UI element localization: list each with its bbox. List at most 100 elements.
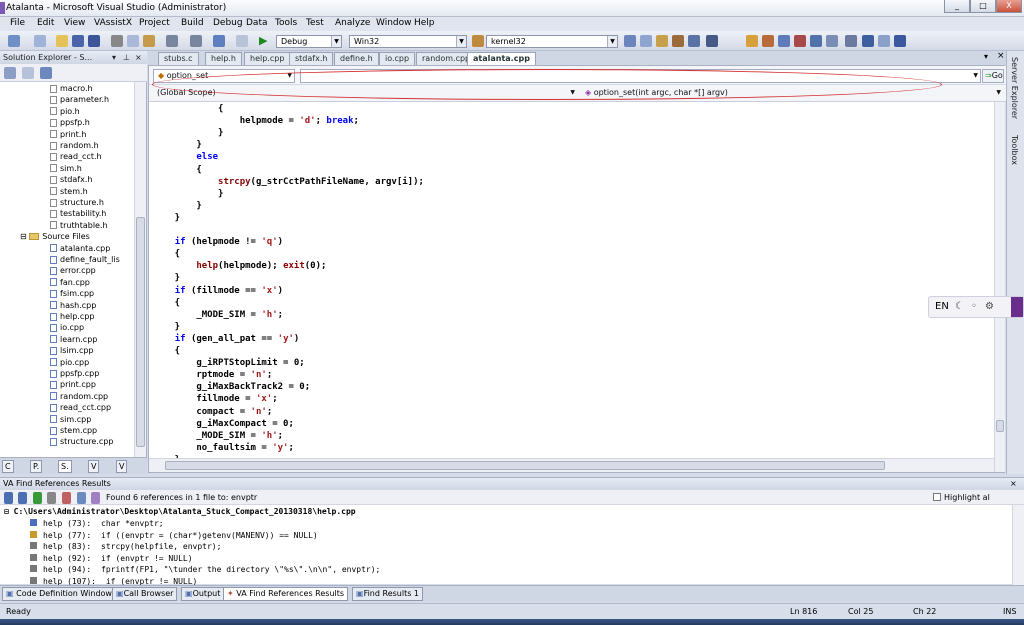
va-reparse-icon[interactable] xyxy=(810,35,822,47)
tab-va-outline[interactable]: V xyxy=(88,460,100,473)
new-project-icon[interactable] xyxy=(8,35,20,47)
tab-call-browser[interactable]: ▣Call Browser xyxy=(112,587,178,601)
code-line[interactable]: { xyxy=(153,297,180,309)
code-line[interactable]: help(helpmode); exit(0); xyxy=(153,260,326,272)
start-page-icon[interactable] xyxy=(688,35,700,47)
tree-item-source[interactable]: help.cpp xyxy=(50,312,94,322)
tree-item-source[interactable]: learn.cpp xyxy=(50,335,97,345)
tree-item-source[interactable]: lsim.cpp xyxy=(50,346,94,356)
maximize-button[interactable]: □ xyxy=(970,0,996,13)
collapse-icon[interactable]: ⊟ xyxy=(4,507,14,516)
solution-config-select[interactable]: Debug ▼ xyxy=(276,35,342,48)
va-options-icon[interactable] xyxy=(845,35,857,47)
show-all-files-icon[interactable] xyxy=(22,67,34,79)
tree-item-source[interactable]: read_cct.cpp xyxy=(50,403,111,413)
reference-row[interactable]: help (83): strcpy(helpfile, envptr); xyxy=(30,542,221,552)
menu-test[interactable]: Test xyxy=(306,18,324,28)
code-line[interactable]: } xyxy=(153,188,223,200)
tab-stdafx-h[interactable]: stdafx.h xyxy=(289,52,334,65)
code-line[interactable]: } xyxy=(153,321,180,333)
ime-language-bar[interactable]: EN ☾ ◦ ⚙ xyxy=(928,296,1024,318)
code-line[interactable]: strcpy(g_strCctPathFileName, argv[i]); xyxy=(153,176,424,188)
tab-io-cpp[interactable]: io.cpp xyxy=(379,52,416,65)
scroll-thumb[interactable] xyxy=(996,420,1004,432)
menu-edit[interactable]: Edit xyxy=(37,18,54,28)
tree-item-header[interactable]: sim.h xyxy=(50,164,82,174)
ime-handle[interactable] xyxy=(1011,297,1023,317)
find-combo[interactable]: kernel32 ▼ xyxy=(486,35,618,48)
copy-icon[interactable] xyxy=(127,35,139,47)
refresh-icon[interactable] xyxy=(33,492,42,504)
va-toggle-icon[interactable] xyxy=(862,35,874,47)
code-line[interactable]: } xyxy=(153,272,180,284)
code-line[interactable]: { xyxy=(153,164,201,176)
go-button[interactable]: ⇒Go xyxy=(982,69,1004,83)
command-window-icon[interactable] xyxy=(706,35,718,47)
toolbox-icon[interactable] xyxy=(672,35,684,47)
object-browser-icon[interactable] xyxy=(656,35,668,47)
previous-result-icon[interactable] xyxy=(4,492,13,504)
reference-row[interactable]: help (94): fprintf(FP1, "\tunder the dire… xyxy=(30,565,380,575)
paste-icon[interactable] xyxy=(143,35,155,47)
tree-item-source[interactable]: io.cpp xyxy=(50,323,84,333)
code-line[interactable]: } xyxy=(153,200,201,212)
horizontal-scrollbar[interactable] xyxy=(149,458,994,472)
menu-view[interactable]: View xyxy=(64,18,85,28)
tree-item-header[interactable]: stdafx.h xyxy=(50,175,92,185)
code-line[interactable]: helpmode = 'd'; break; xyxy=(153,115,359,127)
tab-dropdown-icon[interactable]: ▾ xyxy=(984,52,988,61)
tab-property-manager[interactable]: P. xyxy=(30,460,43,473)
properties-icon[interactable] xyxy=(640,35,652,47)
va-refresh-icon[interactable] xyxy=(878,35,890,47)
tree-item-source[interactable]: print.cpp xyxy=(50,380,96,390)
tree-item-source[interactable]: sim.cpp xyxy=(50,415,91,425)
tree-folder-source-files[interactable]: ⊟ Source Files xyxy=(20,232,90,242)
va-list-methods-icon[interactable] xyxy=(778,35,790,47)
open-file-icon[interactable] xyxy=(56,35,68,47)
start-debug-icon[interactable]: ▶ xyxy=(259,35,271,47)
tab-atalanta-cpp[interactable]: atalanta.cpp xyxy=(467,52,536,65)
solution-explorer-icon[interactable] xyxy=(624,35,636,47)
find-panel-scrollbar[interactable] xyxy=(1012,505,1024,585)
code-line[interactable]: rptmode = 'n'; xyxy=(153,369,272,381)
collapse-icon[interactable]: ⊟ xyxy=(20,232,29,241)
tab-va-find-references[interactable]: ✦ VA Find References Results xyxy=(223,587,349,601)
tab-help-cpp[interactable]: help.cpp xyxy=(244,52,291,65)
tab-stubs-c[interactable]: stubs.c xyxy=(158,52,199,65)
next-result-icon[interactable] xyxy=(18,492,27,504)
gear-icon[interactable]: ⚙ xyxy=(985,297,994,317)
code-line[interactable]: _MODE_SIM = 'h'; xyxy=(153,309,283,321)
tab-class-view[interactable]: C xyxy=(2,460,14,473)
save-icon[interactable] xyxy=(72,35,84,47)
code-line[interactable]: { xyxy=(153,345,180,357)
code-line[interactable]: else xyxy=(153,151,218,163)
reference-row[interactable]: help (77): if ((envptr = (char*)getenv(MA… xyxy=(30,530,318,541)
tree-item-header[interactable]: structure.h xyxy=(50,198,104,208)
close-icon[interactable]: × xyxy=(1010,478,1017,490)
close-icon[interactable]: × xyxy=(135,51,142,64)
clear-icon[interactable] xyxy=(47,492,56,504)
solution-explorer-scrollbar[interactable] xyxy=(134,82,146,457)
code-line[interactable]: { xyxy=(153,103,223,115)
tab-help-h[interactable]: help.h xyxy=(205,52,242,65)
save-all-icon[interactable] xyxy=(88,35,100,47)
menu-help[interactable]: Help xyxy=(414,18,435,28)
redo-icon[interactable] xyxy=(190,35,202,47)
minimize-button[interactable]: _ xyxy=(944,0,970,13)
tree-item-source[interactable]: fsim.cpp xyxy=(50,289,94,299)
code-area[interactable]: { helpmode = 'd'; break; } } else { strc… xyxy=(149,102,994,458)
code-line[interactable]: g_iMaxBackTrack2 = 0; xyxy=(153,381,310,393)
code-line[interactable]: } xyxy=(153,212,180,224)
navigate-back-icon[interactable] xyxy=(213,35,225,47)
tab-va-view[interactable]: V xyxy=(116,460,128,473)
code-line[interactable]: if (helpmode != 'q') xyxy=(153,236,283,248)
tab-output[interactable]: ▣Output xyxy=(181,587,225,601)
undo-icon[interactable] xyxy=(166,35,178,47)
tree-item-source[interactable]: fan.cpp xyxy=(50,278,90,288)
tree-item-header[interactable]: testability.h xyxy=(50,209,106,219)
tree-item-header[interactable]: macro.h xyxy=(50,84,93,94)
tree-item-header[interactable]: print.h xyxy=(50,130,86,140)
menu-project[interactable]: Project xyxy=(139,18,170,28)
code-line[interactable]: no_faultsim = 'y'; xyxy=(153,442,294,454)
refresh-icon[interactable] xyxy=(40,67,52,79)
